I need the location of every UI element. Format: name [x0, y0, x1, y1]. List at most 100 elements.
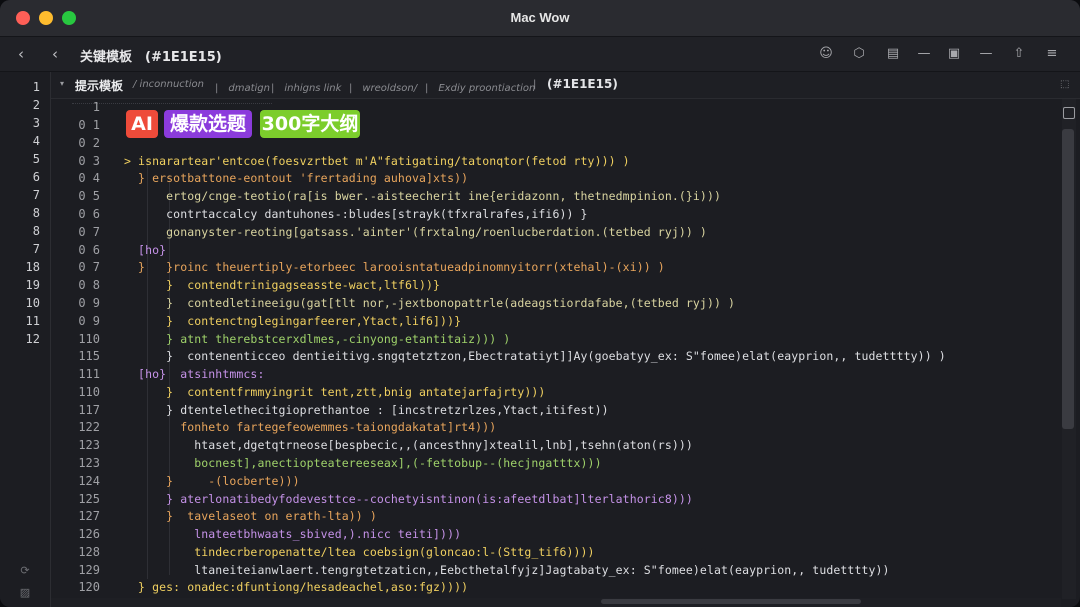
- code-line[interactable]: } contenctnglegingarfeerer,Ytact,lif6]))…: [124, 314, 461, 328]
- share-icon[interactable]: ⇧: [1011, 46, 1027, 62]
- vertical-scrollbar[interactable]: [1062, 99, 1076, 599]
- code-line[interactable]: > isnarartear'entcoe(foesvzrtbet m'A"fat…: [124, 154, 630, 168]
- gutter-number[interactable]: 1: [0, 80, 40, 94]
- gutter-number[interactable]: 7: [0, 188, 40, 202]
- line-number: 0 7: [78, 260, 100, 274]
- image-icon[interactable]: ▨: [18, 586, 32, 600]
- line-number: 120: [78, 580, 100, 594]
- code-line[interactable]: [ho}: [124, 243, 166, 257]
- gutter-number[interactable]: 11: [0, 314, 40, 328]
- gutter-number[interactable]: 10: [0, 296, 40, 310]
- code-line[interactable]: } -(locberte))): [124, 474, 300, 488]
- line-number: 110: [78, 385, 100, 399]
- code-line[interactable]: lnateetbhwaats_sbived,).nicc teiti]))): [124, 527, 461, 541]
- code-line[interactable]: fonheto fartegefeowemmes-taiongdakatat]r…: [124, 420, 496, 434]
- app-window: Mac Wow ‹ ‹ 关键模板 (#1E1E15) ☺ ⬡ ▤ — ▣ — ⇧…: [0, 0, 1080, 607]
- line-number: 0 5: [78, 189, 100, 203]
- line-number: 0 4: [78, 171, 100, 185]
- code-line[interactable]: ltaneiteianwlaert.tengrgtetzaticn,,Eebct…: [124, 563, 890, 577]
- menu-icon[interactable]: ≡: [1044, 46, 1060, 62]
- code-line[interactable]: [ho} atsinhtmmcs:: [124, 367, 264, 381]
- gutter-number[interactable]: 2: [0, 98, 40, 112]
- smiley-icon[interactable]: ☺: [818, 46, 834, 62]
- sidebar-gutter: 1 2 3 4 5 6 7 8 8 7 18 19 10 11 12 ⟳ ▨: [0, 72, 51, 607]
- code-editor[interactable]: 1 0 1 0 2 0 3 0 4 0 5 0 6 0 7 0 6 0 7 0 …: [51, 99, 1061, 599]
- horizontal-scrollbar[interactable]: [51, 598, 1061, 607]
- breadcrumb-item[interactable]: | wreoldson/: [349, 79, 417, 94]
- gutter-number[interactable]: 8: [0, 224, 40, 238]
- line-number: 0 9: [78, 296, 100, 310]
- line-number: 117: [78, 403, 100, 417]
- tab-main[interactable]: 提示模板: [75, 77, 123, 94]
- gutter-number[interactable]: 7: [0, 242, 40, 256]
- line-number: 123: [78, 456, 100, 470]
- code-line[interactable]: } }roinc theuertiply-etorbeec larooisnta…: [124, 260, 665, 274]
- line-number: 1: [92, 100, 100, 114]
- toolbar: ‹ ‹ 关键模板 (#1E1E15) ☺ ⬡ ▤ — ▣ — ⇧ ≡: [0, 37, 1080, 72]
- line-number: 115: [78, 349, 100, 363]
- document-title: 关键模板 (#1E1E15): [80, 50, 222, 65]
- gutter-number[interactable]: 5: [0, 152, 40, 166]
- code-line[interactable]: } ges: onadec:dfuntiong/hesadeachel,aso:…: [124, 580, 468, 594]
- code-line[interactable]: } tavelaseot on erath-lta)) ): [124, 509, 377, 523]
- code-line[interactable]: htaset,dgetqtrneose[bespbecic,,(ancesthn…: [124, 438, 693, 452]
- code-line[interactable]: ertog/cnge-teotio(ra[is bwer.-aisteecher…: [124, 189, 721, 203]
- back-icon[interactable]: ‹: [18, 45, 24, 63]
- gutter-number[interactable]: 18: [0, 260, 40, 274]
- code-line[interactable]: } dtentelethecitgioprethantoe : [incstre…: [124, 403, 609, 417]
- line-number: 110: [78, 332, 100, 346]
- disclosure-triangle-icon[interactable]: ▾: [60, 79, 64, 88]
- gutter-number[interactable]: 6: [0, 170, 40, 184]
- line-number: 124: [78, 474, 100, 488]
- scrollbar-thumb[interactable]: [601, 599, 861, 604]
- code-line[interactable]: } ersotbattone-eontout 'frertading auhov…: [124, 171, 468, 185]
- minimap-toggle-icon[interactable]: [1063, 107, 1075, 119]
- code-line[interactable]: } contendtrinigagseasste-wact,ltf6l))}: [124, 278, 440, 292]
- code-line[interactable]: } atnt therebstcerxdlmes,-cinyong-etanti…: [124, 332, 510, 346]
- breadcrumb-item[interactable]: / inconnuction: [133, 79, 204, 90]
- tab-color-code: (#1E1E15): [547, 77, 618, 91]
- line-number: 0 7: [78, 225, 100, 239]
- scrollbar-thumb[interactable]: [1062, 129, 1074, 429]
- title-bar: Mac Wow: [0, 0, 1080, 37]
- breadcrumb-item[interactable]: |: [533, 79, 536, 90]
- line-number: 122: [78, 420, 100, 434]
- line-number: 0 6: [78, 207, 100, 221]
- code-line[interactable]: tindecrberopenatte/ltea coebsign(gloncao…: [124, 545, 595, 559]
- breadcrumb-item[interactable]: | Exdiy proontiaction: [425, 79, 535, 94]
- code-line[interactable]: contrtaccalcy dantuhones-:bludes[strayk(…: [124, 207, 588, 221]
- forward-icon[interactable]: ‹: [52, 45, 58, 63]
- line-number: 125: [78, 492, 100, 506]
- gutter-number[interactable]: 12: [0, 332, 40, 346]
- line-number: 0 8: [78, 278, 100, 292]
- line-number: 128: [78, 545, 100, 559]
- gutter-number[interactable]: 3: [0, 116, 40, 130]
- code-line[interactable]: } contedletineeigu(gat[tlt nor,-jextbono…: [124, 296, 735, 310]
- divider-icon[interactable]: —: [978, 46, 994, 62]
- code-line[interactable]: gonanyster-reoting[gatsass.'ainter'(frxt…: [124, 225, 707, 239]
- code-line[interactable]: } contenenticceo dentieitivg.sngqtetztzo…: [124, 349, 946, 363]
- gutter-number[interactable]: 8: [0, 206, 40, 220]
- code-line[interactable]: } contentfrmmyingrit tent,ztt,bnig antat…: [124, 385, 545, 399]
- expand-icon[interactable]: ⬚: [1060, 79, 1069, 90]
- gutter-number[interactable]: 4: [0, 134, 40, 148]
- line-number: 129: [78, 563, 100, 577]
- cube-icon[interactable]: ⬡: [851, 46, 867, 62]
- code-line[interactable]: bocnest],anectiopteatereeseax],(-fettobu…: [124, 456, 602, 470]
- tab-bar: ▾ 提示模板 / inconnuction | dmatign | inhign…: [51, 72, 1080, 99]
- sidebar-icon[interactable]: ▤: [885, 46, 901, 62]
- line-number: 126: [78, 527, 100, 541]
- line-number: 123: [78, 438, 100, 452]
- line-number: 0 3: [78, 154, 100, 168]
- minus-icon[interactable]: —: [916, 46, 932, 62]
- line-number: 0 1: [78, 118, 100, 132]
- line-number: 0 9: [78, 314, 100, 328]
- line-number: 127: [78, 509, 100, 523]
- image-icon[interactable]: ▣: [946, 46, 962, 62]
- breadcrumb-item[interactable]: | inhigns link: [271, 79, 341, 94]
- gutter-number[interactable]: 19: [0, 278, 40, 292]
- code-line[interactable]: } aterlonatibedyfodevesttce--cochetyisnt…: [124, 492, 693, 506]
- line-number: 0 2: [78, 136, 100, 150]
- breadcrumb-item[interactable]: | dmatign: [215, 79, 270, 94]
- refresh-icon[interactable]: ⟳: [18, 564, 32, 578]
